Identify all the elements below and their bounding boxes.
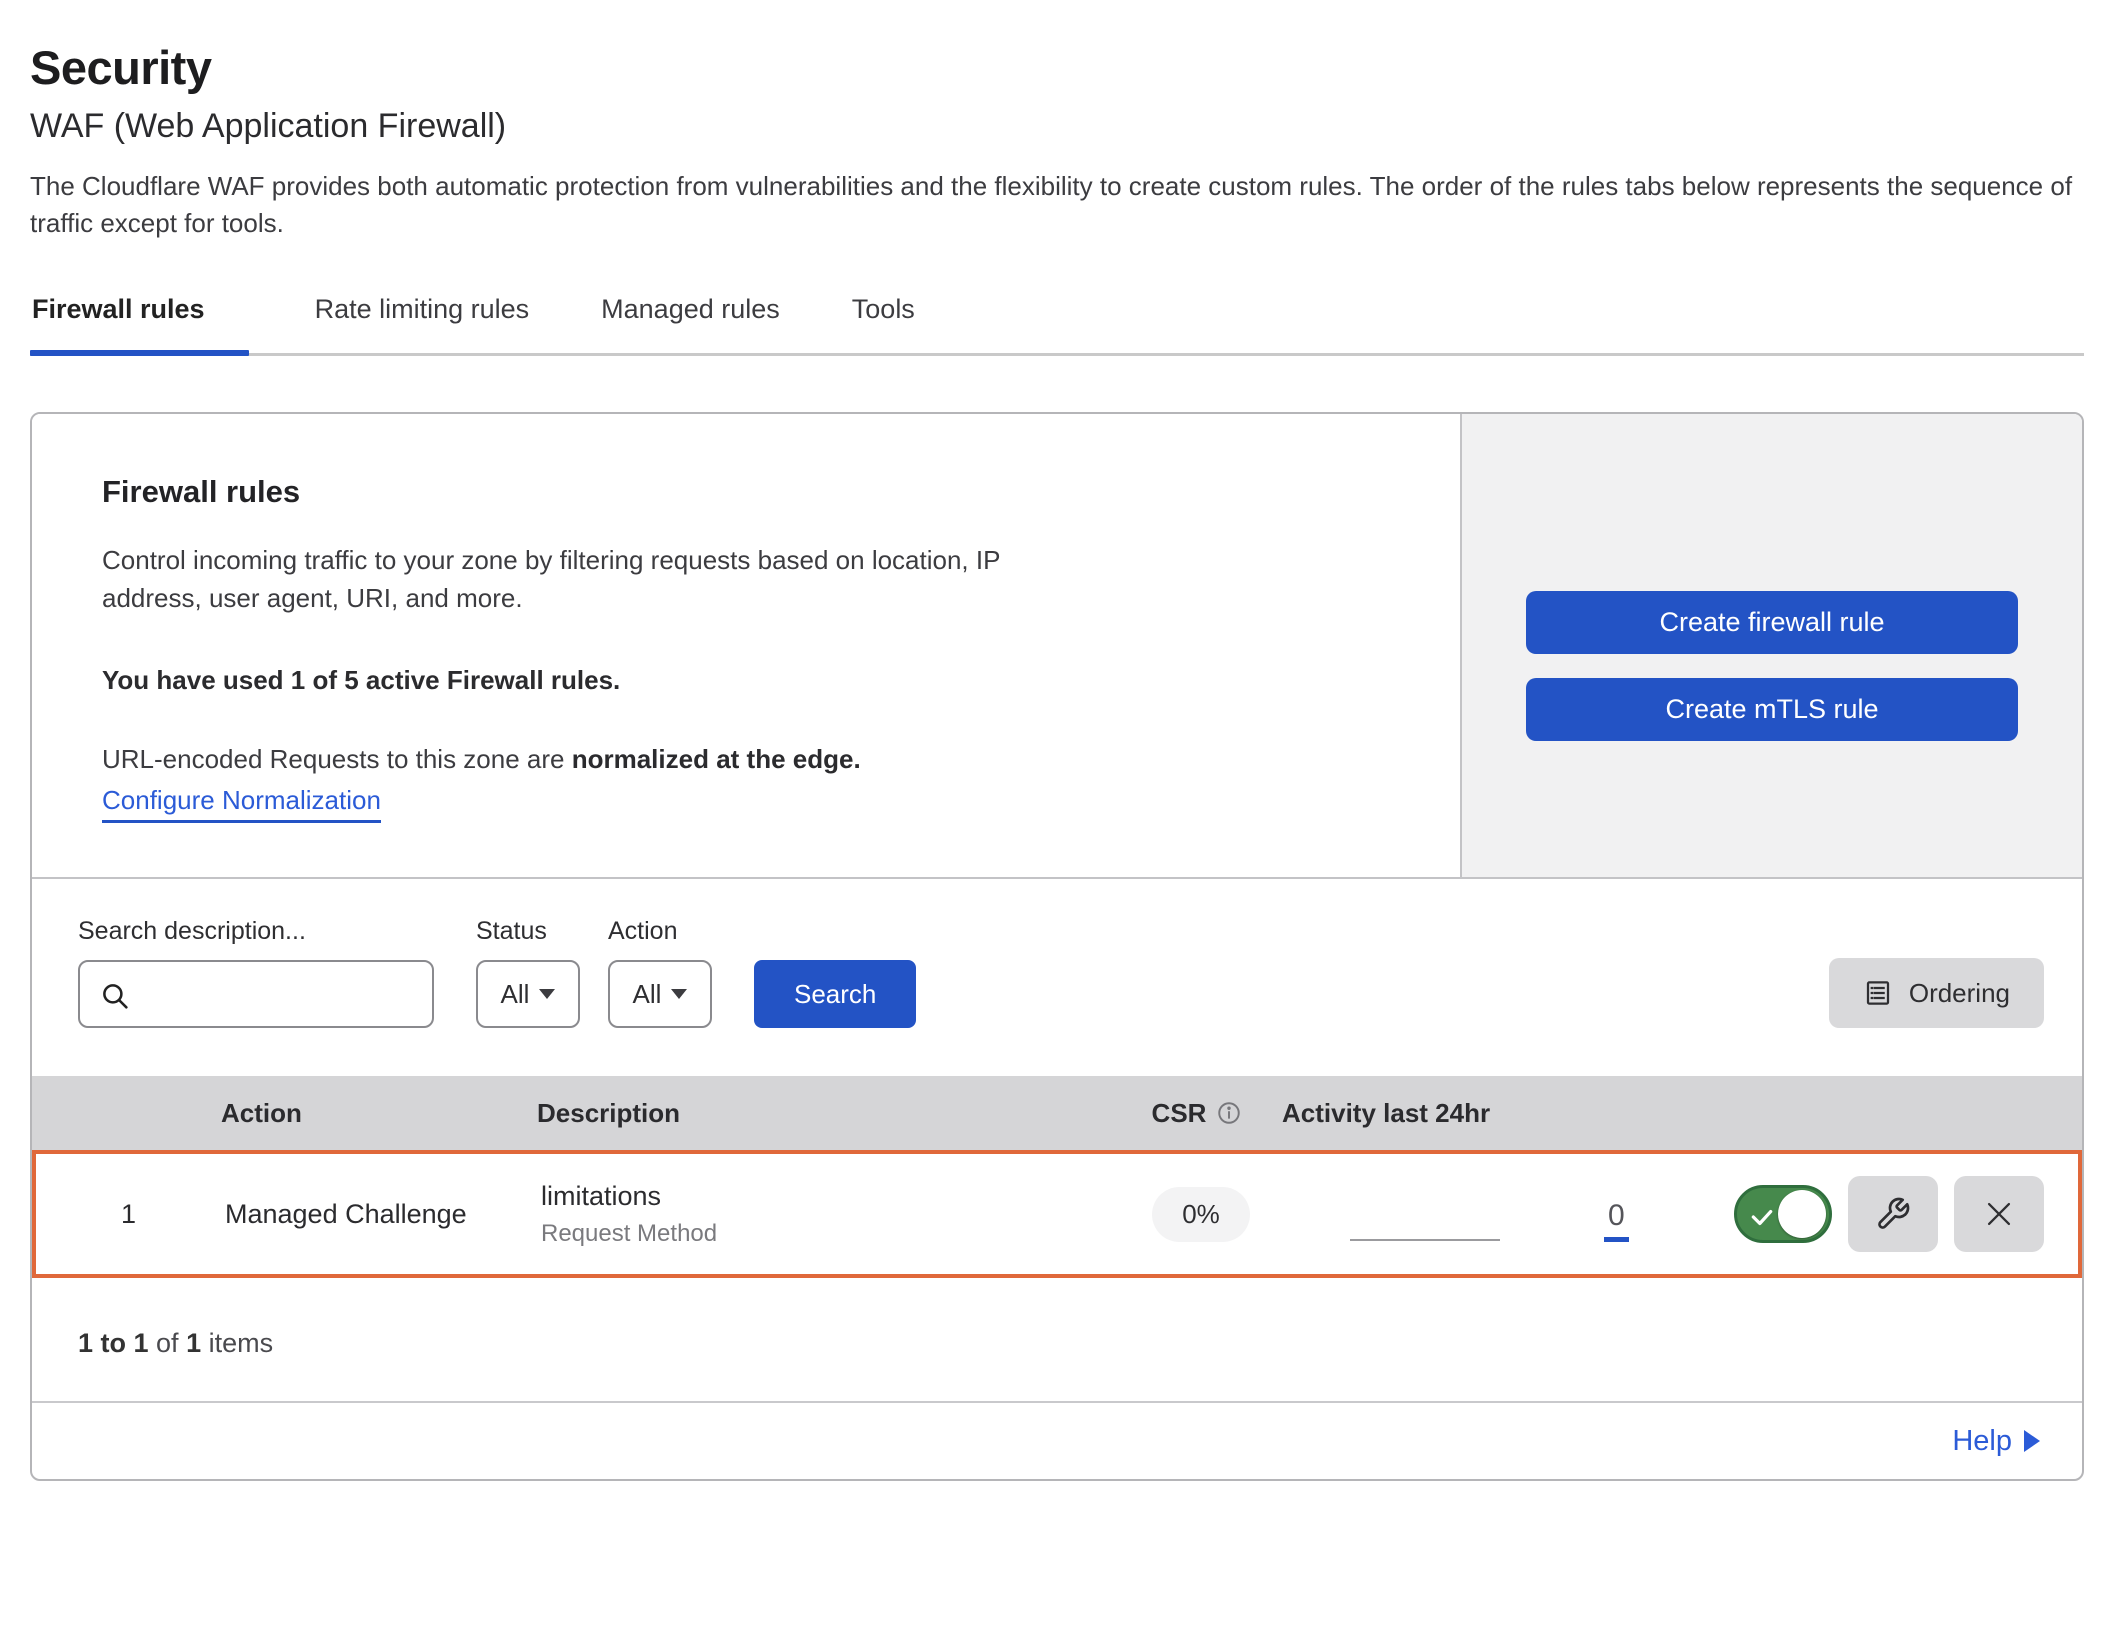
usage-counter-text: You have used 1 of 5 active Firewall rul… xyxy=(102,665,1390,696)
ordering-button-label: Ordering xyxy=(1909,978,2010,1009)
delete-rule-button[interactable] xyxy=(1954,1176,2044,1252)
create-rule-panel: Create firewall rule Create mTLS rule xyxy=(1460,414,2082,877)
summary-count: 1 xyxy=(186,1328,201,1358)
table-header-row: Action Description CSR Activity last 24h… xyxy=(32,1076,2082,1150)
toggle-knob xyxy=(1778,1190,1826,1238)
normalization-text-regular: URL-encoded Requests to this zone are xyxy=(102,744,572,774)
header-action: Action xyxy=(217,1098,537,1129)
summary-items: items xyxy=(201,1328,273,1358)
normalization-text-bold: normalized at the edge. xyxy=(572,744,861,774)
search-button[interactable]: Search xyxy=(754,960,916,1028)
csr-badge: 0% xyxy=(1152,1187,1250,1242)
summary-of: of xyxy=(149,1328,187,1358)
tab-tools[interactable]: Tools xyxy=(850,288,921,353)
configure-normalization-link[interactable]: Configure Normalization xyxy=(102,785,381,823)
caret-down-icon xyxy=(539,989,555,999)
page-description: The Cloudflare WAF provides both automat… xyxy=(30,168,2084,242)
search-description-input[interactable] xyxy=(80,962,432,1026)
normalization-text: URL-encoded Requests to this zone are no… xyxy=(102,744,1390,775)
rule-action: Managed Challenge xyxy=(221,1199,541,1230)
help-footer: Help xyxy=(32,1401,2082,1479)
tab-rate-limiting-rules[interactable]: Rate limiting rules xyxy=(313,288,536,353)
status-label: Status xyxy=(476,917,580,946)
status-filter-group: Status All xyxy=(476,917,580,1028)
action-label: Action xyxy=(608,917,712,946)
wrench-icon xyxy=(1875,1196,1911,1232)
rule-activity-cell: 0 xyxy=(1286,1187,1716,1242)
edit-rule-button[interactable] xyxy=(1848,1176,1938,1252)
pagination-summary: 1 to 1 of 1 items xyxy=(32,1278,2082,1401)
rule-description-sub: Request Method xyxy=(541,1220,1116,1248)
help-link[interactable]: Help xyxy=(1952,1425,2040,1458)
rule-description-cell: limitations Request Method xyxy=(541,1181,1116,1248)
page-title: Security xyxy=(30,40,2084,95)
header-csr-label: CSR xyxy=(1152,1098,1207,1129)
tab-managed-rules[interactable]: Managed rules xyxy=(599,288,786,353)
arrow-right-icon xyxy=(2024,1430,2040,1452)
search-filter-group: Search description... xyxy=(78,917,434,1028)
rule-csr-cell: 0% xyxy=(1116,1187,1286,1242)
header-activity: Activity last 24hr xyxy=(1282,1098,1712,1129)
rule-priority: 1 xyxy=(36,1199,221,1230)
status-dropdown-value: All xyxy=(501,979,530,1010)
firewall-rule-row: 1 Managed Challenge limitations Request … xyxy=(32,1150,2082,1278)
create-firewall-rule-button[interactable]: Create firewall rule xyxy=(1526,591,2018,654)
firewall-rules-card: Firewall rules Control incoming traffic … xyxy=(30,412,2084,1481)
status-dropdown[interactable]: All xyxy=(476,960,580,1028)
action-dropdown[interactable]: All xyxy=(608,960,712,1028)
firewall-rules-info: Firewall rules Control incoming traffic … xyxy=(32,414,1460,877)
close-icon xyxy=(1982,1197,2016,1231)
rule-enabled-toggle[interactable] xyxy=(1734,1185,1832,1243)
search-icon xyxy=(98,979,132,1013)
rule-description[interactable]: limitations xyxy=(541,1181,1116,1212)
activity-sparkline xyxy=(1350,1239,1500,1241)
check-icon xyxy=(1749,1204,1775,1230)
rule-controls xyxy=(1716,1176,2078,1252)
card-top-section: Firewall rules Control incoming traffic … xyxy=(32,414,2082,879)
activity-count-link[interactable]: 0 xyxy=(1604,1201,1629,1242)
summary-range: 1 to 1 xyxy=(78,1328,149,1358)
rules-tab-bar: Firewall rules Rate limiting rules Manag… xyxy=(30,288,2084,356)
tab-firewall-rules[interactable]: Firewall rules xyxy=(30,288,249,353)
search-description-label: Search description... xyxy=(78,917,434,946)
action-filter-group: Action All xyxy=(608,917,712,1028)
search-input-wrapper xyxy=(78,960,434,1028)
action-dropdown-value: All xyxy=(633,979,662,1010)
info-icon[interactable] xyxy=(1216,1100,1242,1126)
card-description: Control incoming traffic to your zone by… xyxy=(102,542,1062,617)
ordering-button[interactable]: Ordering xyxy=(1829,958,2044,1028)
caret-down-icon xyxy=(671,989,687,999)
page-subtitle: WAF (Web Application Firewall) xyxy=(30,107,2084,146)
card-heading: Firewall rules xyxy=(102,474,1390,510)
filter-toolbar: Search description... Status All xyxy=(32,879,2082,1076)
header-description: Description xyxy=(537,1098,1112,1129)
security-waf-page: Security WAF (Web Application Firewall) … xyxy=(0,0,2114,1521)
create-mtls-rule-button[interactable]: Create mTLS rule xyxy=(1526,678,2018,741)
header-csr: CSR xyxy=(1112,1098,1282,1129)
help-link-label: Help xyxy=(1952,1425,2012,1458)
ordering-list-icon xyxy=(1863,978,1893,1008)
